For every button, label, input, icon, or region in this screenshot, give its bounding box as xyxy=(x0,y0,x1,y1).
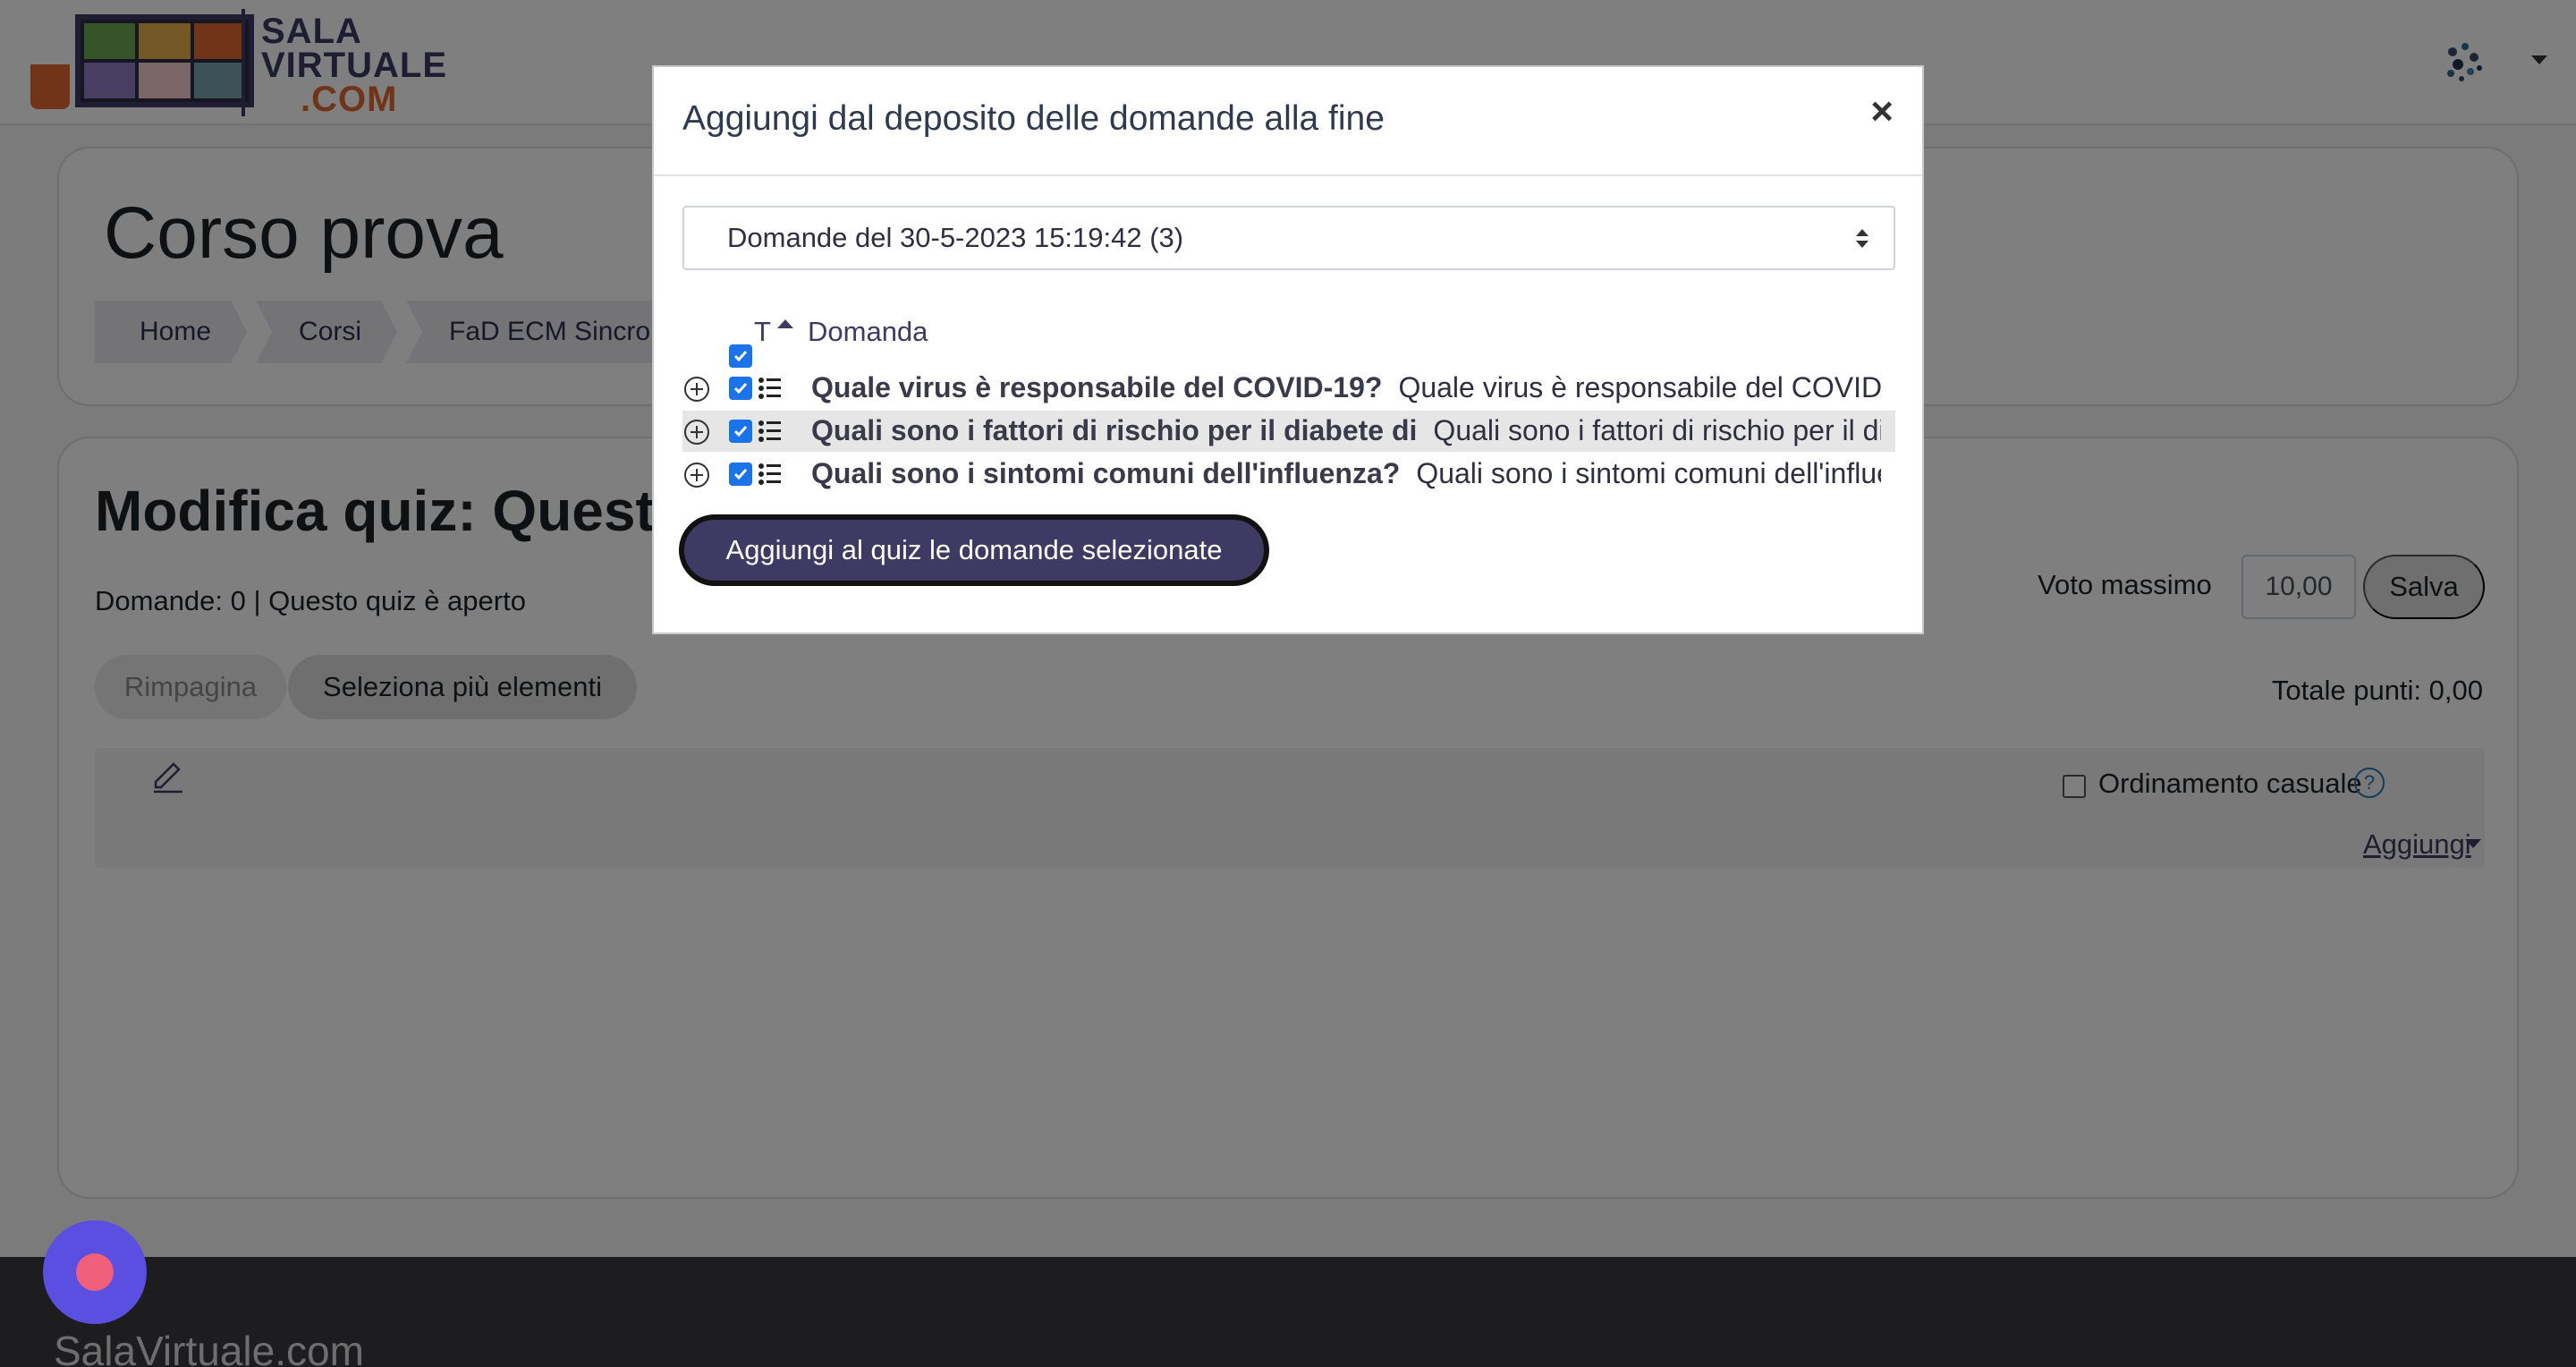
sort-asc-icon[interactable] xyxy=(777,319,793,328)
multichoice-list-icon xyxy=(758,378,781,399)
category-select[interactable]: Domande del 30-5-2023 15:19:42 (3) xyxy=(682,206,1895,270)
dialog-title: Aggiungi dal deposito delle domande alla… xyxy=(682,99,1385,138)
question-name: Quali sono i sintomi comuni dell'influen… xyxy=(811,457,1401,489)
add-selected-questions-button[interactable]: Aggiungi al quiz le domande selezionate xyxy=(679,514,1269,586)
select-arrows-icon xyxy=(1856,229,1868,249)
question-body: Quali sono i fattori di rischio per il d… xyxy=(1433,414,1881,446)
multichoice-list-icon xyxy=(758,420,781,442)
question-row: Quali sono i fattori di rischio per il d… xyxy=(682,411,1895,452)
close-icon[interactable]: × xyxy=(1870,92,1894,132)
question-row: Quale virus è responsabile del COVID-19?… xyxy=(682,368,1895,409)
question-checkbox[interactable] xyxy=(729,463,752,486)
column-header-type[interactable]: T xyxy=(754,316,771,348)
question-checkbox[interactable] xyxy=(729,377,752,400)
dialog-header: Aggiungi dal deposito delle domande alla… xyxy=(654,67,1922,176)
add-from-bank-dialog: Aggiungi dal deposito delle domande alla… xyxy=(652,65,1924,634)
column-header-question[interactable]: Domanda xyxy=(808,316,928,348)
record-icon xyxy=(76,1253,114,1291)
question-text: Quali sono i fattori di rischio per il d… xyxy=(811,414,1881,447)
question-name: Quali sono i fattori di rischio per il d… xyxy=(811,414,1418,446)
question-name: Quale virus è responsabile del COVID-19? xyxy=(811,371,1383,403)
question-text: Quali sono i sintomi comuni dell'influen… xyxy=(811,457,1881,490)
multichoice-list-icon xyxy=(758,463,781,485)
select-all-checkbox[interactable] xyxy=(729,344,752,368)
preview-plus-icon[interactable] xyxy=(682,375,711,403)
question-body: Quali sono i sintomi comuni dell'influen… xyxy=(1416,457,1881,489)
category-select-value: Domande del 30-5-2023 15:19:42 (3) xyxy=(727,222,1184,253)
question-body: Quale virus è responsabile del COVID-19? xyxy=(1398,371,1881,403)
question-row: Quali sono i sintomi comuni dell'influen… xyxy=(682,454,1895,495)
preview-plus-icon[interactable] xyxy=(682,418,711,446)
record-button[interactable] xyxy=(43,1220,147,1324)
question-checkbox[interactable] xyxy=(729,420,752,443)
question-text: Quale virus è responsabile del COVID-19?… xyxy=(811,371,1881,404)
preview-plus-icon[interactable] xyxy=(682,461,711,489)
